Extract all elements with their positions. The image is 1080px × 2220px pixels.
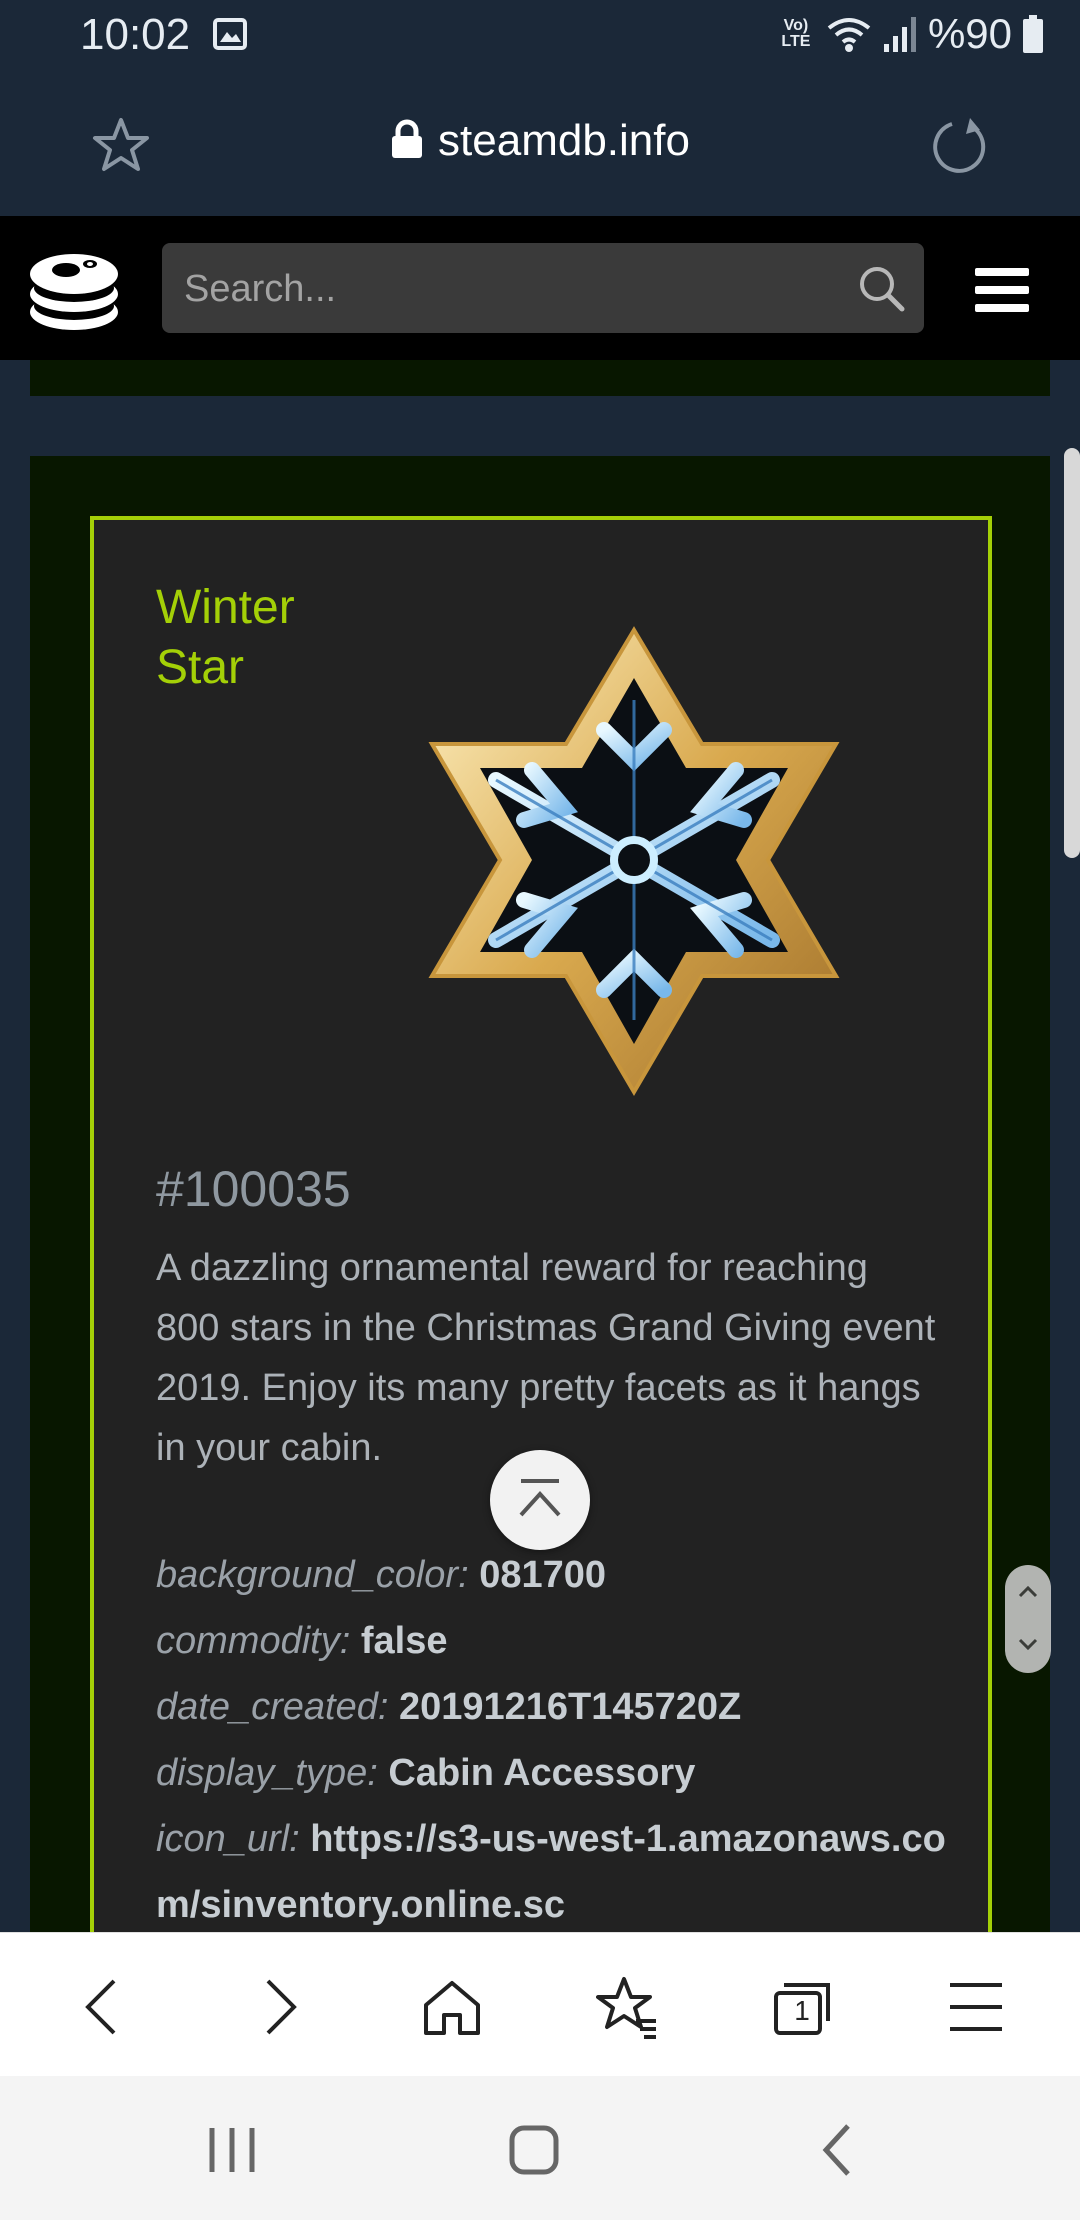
tabs-button[interactable]: 1 bbox=[770, 1975, 834, 2039]
reload-icon[interactable] bbox=[930, 116, 990, 176]
property-key: icon_url: bbox=[156, 1818, 300, 1860]
search-input[interactable] bbox=[182, 243, 826, 335]
site-header bbox=[0, 216, 1080, 360]
scroll-to-top-button[interactable] bbox=[490, 1450, 590, 1550]
forward-icon[interactable] bbox=[246, 1975, 310, 2039]
property-row: background_color: 081700 bbox=[156, 1542, 956, 1608]
battery-level: %90 bbox=[927, 10, 1012, 57]
lock-icon bbox=[392, 119, 423, 158]
back-icon[interactable] bbox=[72, 1975, 136, 2039]
recents-icon[interactable] bbox=[202, 2120, 262, 2180]
property-key: commodity: bbox=[156, 1620, 351, 1662]
url-field[interactable]: steamdb.info bbox=[0, 116, 1080, 166]
steamdb-logo-icon[interactable] bbox=[26, 240, 122, 336]
item-card-inner: Winter Star #100035 A dazzling ornamenta… bbox=[90, 516, 992, 1932]
item-image bbox=[428, 626, 840, 1096]
property-key: background_color: bbox=[156, 1554, 469, 1596]
property-row: icon_url: https://s3-us-west-1.amazonaws… bbox=[156, 1806, 956, 1932]
property-value: 20191216T145720Z bbox=[398, 1686, 742, 1728]
android-navigation-bar bbox=[0, 2076, 1080, 2220]
item-card: Winter Star #100035 A dazzling ornamenta… bbox=[30, 456, 1050, 1932]
wifi-icon bbox=[827, 18, 871, 52]
property-row: display_type: Cabin Accessory bbox=[156, 1740, 956, 1806]
property-value: false bbox=[360, 1620, 448, 1662]
volte-indicator: Vo) LTE bbox=[781, 17, 811, 50]
property-key: date_created: bbox=[156, 1686, 389, 1728]
property-value: Cabin Accessory bbox=[388, 1752, 696, 1794]
tabs-count: 1 bbox=[794, 1995, 810, 2026]
browser-url-bar: steamdb.info bbox=[0, 72, 1080, 216]
page-scrollbar[interactable] bbox=[1064, 448, 1080, 858]
menu-icon[interactable] bbox=[944, 1975, 1008, 2039]
status-time: 10:02 bbox=[80, 10, 191, 59]
property-row: commodity: false bbox=[156, 1608, 956, 1674]
property-key: display_type: bbox=[156, 1752, 378, 1794]
arrow-up-icon bbox=[519, 1479, 561, 1517]
signal-icon bbox=[883, 17, 916, 52]
property-value: 081700 bbox=[479, 1554, 607, 1596]
status-bar: 10:02 Vo) LTE %90 bbox=[0, 0, 1080, 72]
item-properties: background_color: 081700 commodity: fals… bbox=[156, 1542, 956, 1932]
page-content: Winter Star #100035 A dazzling ornamenta… bbox=[0, 360, 1080, 1932]
search-icon[interactable] bbox=[856, 263, 906, 313]
home-icon[interactable] bbox=[504, 2120, 564, 2180]
item-description: A dazzling ornamental reward for reachin… bbox=[156, 1247, 936, 1469]
chevron-up-icon bbox=[1018, 1585, 1038, 1598]
search-box[interactable] bbox=[162, 243, 924, 335]
previous-item-card bbox=[30, 360, 1050, 396]
hamburger-menu-icon[interactable] bbox=[975, 268, 1029, 312]
gallery-notification-icon bbox=[213, 18, 247, 50]
item-id: #100035 bbox=[156, 1161, 351, 1217]
back-icon[interactable] bbox=[808, 2120, 868, 2180]
item-name: Winter Star bbox=[156, 581, 295, 694]
battery-icon bbox=[1023, 15, 1043, 53]
home-icon[interactable] bbox=[420, 1975, 484, 2039]
bookmarks-icon[interactable] bbox=[596, 1975, 660, 2039]
url-domain: steamdb.info bbox=[438, 116, 690, 165]
chevron-down-icon bbox=[1018, 1638, 1038, 1651]
browser-bottom-toolbar: 1 bbox=[0, 1932, 1080, 2077]
fast-scroll-handle[interactable] bbox=[1005, 1565, 1051, 1673]
property-row: date_created: 20191216T145720Z bbox=[156, 1674, 956, 1740]
